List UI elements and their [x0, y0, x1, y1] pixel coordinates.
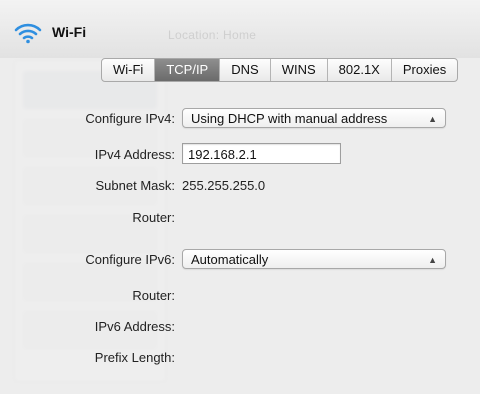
tab-tcpip[interactable]: TCP/IP: [155, 59, 221, 81]
tab-dns[interactable]: DNS: [220, 59, 271, 81]
tab-8021x[interactable]: 802.1X: [328, 59, 392, 81]
configure-ipv6-label: Configure IPv6:: [85, 252, 175, 267]
ipv6-router-label: Router:: [132, 288, 175, 303]
configure-ipv4-popup[interactable]: Using DHCP with manual address ▲: [182, 108, 446, 128]
advanced-tabs: Wi-Fi TCP/IP DNS WINS 802.1X Proxies: [101, 58, 459, 82]
popup-arrows-icon: ▲: [428, 114, 437, 124]
tab-proxies[interactable]: Proxies: [392, 59, 457, 81]
configure-ipv4-label: Configure IPv4:: [85, 111, 175, 126]
prefix-length-label: Prefix Length:: [94, 350, 175, 365]
ipv4-address-field[interactable]: 192.168.2.1: [182, 143, 341, 164]
tab-wifi[interactable]: Wi-Fi: [102, 59, 156, 81]
title-bar: Wi-Fi Location: Home: [0, 0, 480, 58]
configure-ipv4-value: Using DHCP with manual address: [191, 111, 388, 126]
wifi-icon: [14, 23, 42, 44]
popup-arrows-icon: ▲: [428, 255, 437, 265]
location-label: Location: Home: [168, 28, 257, 42]
ipv4-router-label: Router:: [132, 210, 175, 225]
configure-ipv6-value: Automatically: [191, 252, 269, 267]
configure-ipv6-popup[interactable]: Automatically ▲: [182, 249, 446, 269]
window-title: Wi-Fi: [52, 24, 87, 40]
ipv6-address-label: IPv6 Address:: [94, 319, 175, 334]
ipv4-address-label: IPv4 Address:: [94, 147, 175, 162]
subnet-mask-label: Subnet Mask:: [95, 178, 176, 193]
tab-wins[interactable]: WINS: [271, 59, 328, 81]
subnet-mask-value: 255.255.255.0: [182, 178, 266, 193]
